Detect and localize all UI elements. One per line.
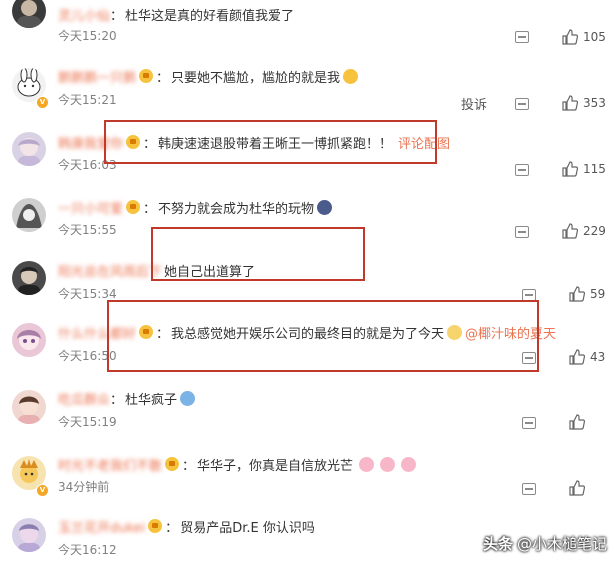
highlight-box xyxy=(107,300,539,372)
like-count: 353 xyxy=(583,96,606,110)
timestamp: 今天15:21 xyxy=(58,93,117,107)
avatar[interactable] xyxy=(12,518,46,552)
like-count: 229 xyxy=(583,224,606,238)
verified-badge-icon: V xyxy=(36,484,49,497)
highlight-box xyxy=(104,120,437,164)
like-button[interactable]: 229 xyxy=(562,223,606,239)
reply-icon[interactable] xyxy=(515,164,529,176)
like-count: 59 xyxy=(590,287,606,301)
comment-text: 杜华疯子 xyxy=(125,392,178,408)
avatar[interactable] xyxy=(12,132,46,166)
report-button[interactable]: 投诉 xyxy=(461,94,487,113)
comment-text: 贸易产品Dr.E 你认识吗 xyxy=(180,520,315,536)
colon-separator: ： xyxy=(110,392,124,408)
pig-emoji-icon xyxy=(380,456,396,472)
watermark: 头条 @小木槌笔记 xyxy=(483,533,607,554)
thumbs-up-icon xyxy=(569,480,585,496)
like-count: 105 xyxy=(583,30,606,44)
avatar[interactable] xyxy=(12,390,46,424)
timestamp: 今天15:19 xyxy=(58,415,117,429)
like-button[interactable] xyxy=(569,480,585,496)
avatar[interactable] xyxy=(12,261,46,295)
avatar[interactable] xyxy=(12,198,46,232)
username[interactable]: 时光不老我们不散 xyxy=(58,455,162,474)
timestamp: 34分钟前 xyxy=(58,480,110,494)
comment-line: 玉兰花开dukei ： 贸易产品Dr.E 你认识吗 xyxy=(58,517,315,536)
highlight-box xyxy=(151,227,365,281)
reply-icon[interactable] xyxy=(515,226,529,238)
like-button[interactable]: 59 xyxy=(569,286,605,302)
vip-crown-icon xyxy=(139,69,154,83)
verified-badge-icon: V xyxy=(36,96,49,109)
avatar[interactable] xyxy=(12,0,46,28)
thumbs-up-icon xyxy=(569,414,585,430)
pig-emoji-icon xyxy=(359,456,375,472)
like-count: 115 xyxy=(583,162,606,176)
like-button[interactable] xyxy=(569,414,585,430)
thumbs-up-icon xyxy=(569,349,585,365)
username[interactable]: 灵儿小仙 xyxy=(58,5,110,24)
like-button[interactable]: 115 xyxy=(562,161,606,177)
thumbs-up-icon xyxy=(562,95,578,111)
comment-line: 时光不老我们不散 ： 华华子，你真是自信放光芒 xyxy=(58,455,417,474)
comment-text: 不努力就会成为杜华的玩物 xyxy=(158,201,315,217)
pig-emoji-icon xyxy=(401,456,417,472)
username[interactable]: 玉兰花开dukei xyxy=(58,517,145,536)
avatar[interactable] xyxy=(12,323,46,357)
doraemon-emoji-icon xyxy=(180,390,196,406)
like-button[interactable]: 353 xyxy=(562,95,606,111)
username[interactable]: 鹅鹅鹅一只鹅 xyxy=(58,67,136,86)
thumbs-up-icon xyxy=(562,161,578,177)
colon-separator: ： xyxy=(165,520,179,536)
colon-separator: ： xyxy=(110,8,124,24)
comment-text: 只要她不尴尬，尴尬的就是我 xyxy=(171,70,341,86)
doge-emoji-icon xyxy=(317,199,333,215)
thumbs-up-icon xyxy=(569,286,585,302)
thumbs-up-icon xyxy=(562,29,578,45)
vip-crown-icon xyxy=(165,457,180,471)
reply-icon[interactable] xyxy=(522,417,536,429)
thumbs-up-icon xyxy=(562,223,578,239)
comment-line: 吃瓜群众 ： 杜华疯子 xyxy=(58,389,196,408)
comment-line: 灵儿小仙 ： 杜华这是真的好看颜值我爱了 xyxy=(58,5,295,24)
comment-line: 一只小可爱 ： 不努力就会成为杜华的玩物 xyxy=(58,198,333,217)
comment-line: 鹅鹅鹅一只鹅 ： 只要她不尴尬，尴尬的就是我 xyxy=(58,67,359,86)
watermark-handle: @小木槌笔记 xyxy=(516,535,607,553)
comment-text: 华华子，你真是自信放光芒 xyxy=(197,458,354,474)
comment-text: 杜华这是真的好看颜值我爱了 xyxy=(125,8,295,24)
username[interactable]: 一只小可爱 xyxy=(58,198,123,217)
vip-crown-icon xyxy=(148,519,163,533)
like-button[interactable]: 43 xyxy=(569,349,605,365)
timestamp: 今天16:12 xyxy=(58,543,117,557)
timestamp: 今天15:55 xyxy=(58,223,117,237)
vip-crown-icon xyxy=(126,200,141,214)
colon-separator: ： xyxy=(143,201,157,217)
username[interactable]: 吃瓜群众 xyxy=(58,389,110,408)
colon-separator: ： xyxy=(156,70,170,86)
like-count: 43 xyxy=(590,350,606,364)
timestamp: 今天15:20 xyxy=(58,29,117,43)
colon-separator: ： xyxy=(182,458,196,474)
username[interactable]: 阳光总在风雨后下 xyxy=(58,261,162,280)
reply-icon[interactable] xyxy=(515,31,529,43)
reply-icon[interactable] xyxy=(522,483,536,495)
crying-emoji-icon xyxy=(343,68,359,84)
watermark-logo: 头条 xyxy=(482,535,513,553)
like-button[interactable]: 105 xyxy=(562,29,606,45)
reply-icon[interactable] xyxy=(515,98,529,110)
